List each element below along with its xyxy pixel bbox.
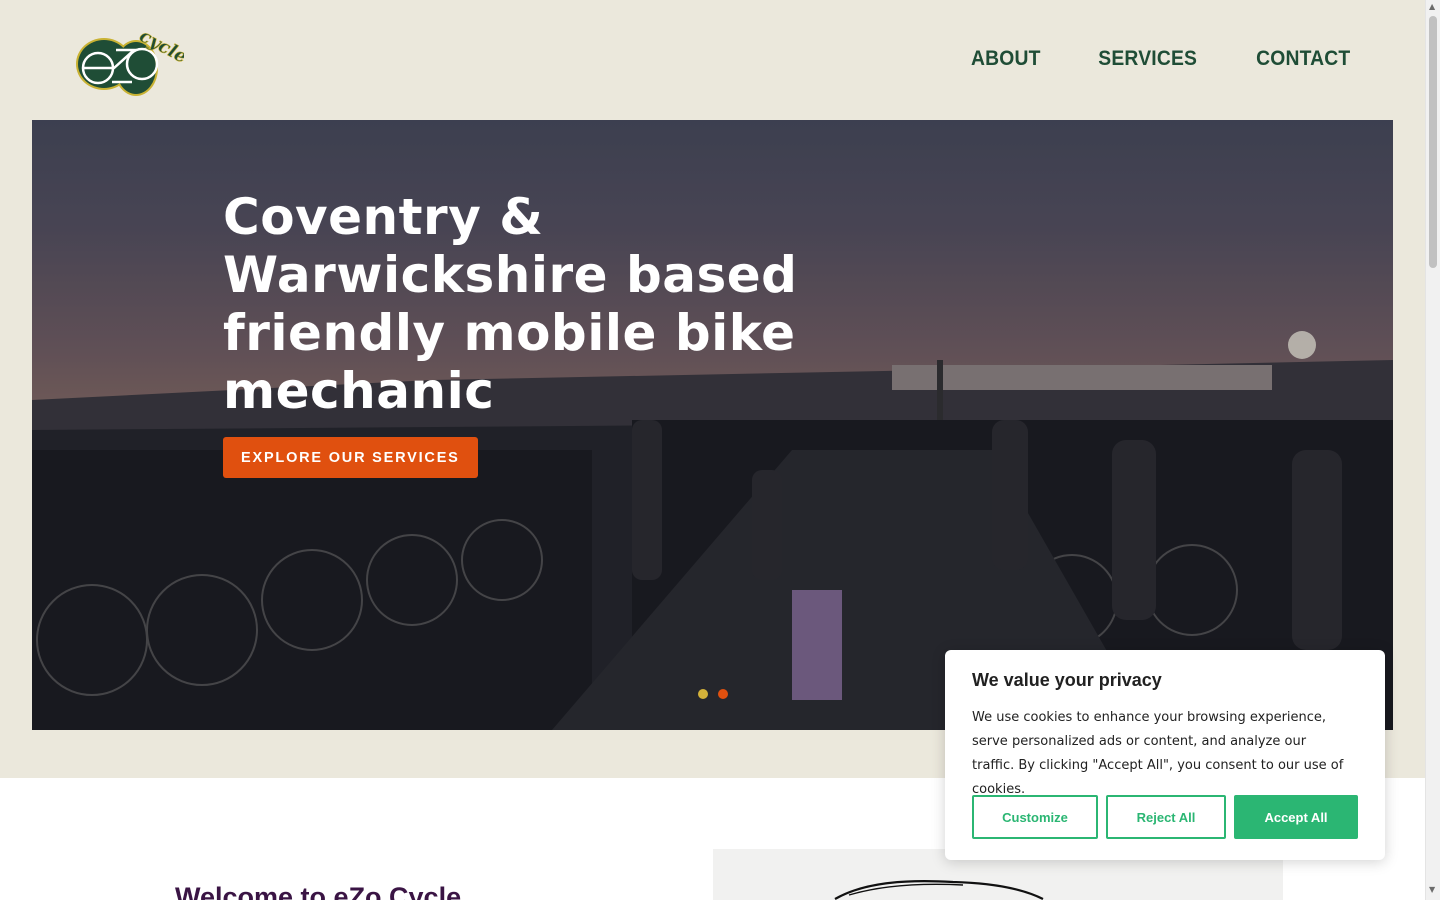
cookie-title: We value your privacy <box>972 670 1162 690</box>
nav-services[interactable]: SERVICES <box>1098 47 1197 71</box>
accept-all-button[interactable]: Accept All <box>1234 795 1358 839</box>
page-scrollbar[interactable]: ▲ ▼ <box>1425 0 1440 900</box>
customize-button[interactable]: Customize <box>972 795 1098 839</box>
cookie-buttons: Customize Reject All Accept All <box>972 795 1358 839</box>
scroll-down-icon[interactable]: ▼ <box>1429 886 1435 894</box>
nav-contact[interactable]: CONTACT <box>1256 47 1350 71</box>
explore-services-button[interactable]: EXPLORE OUR SERVICES <box>223 437 478 478</box>
reject-all-button[interactable]: Reject All <box>1106 795 1226 839</box>
site-logo[interactable]: cycle <box>74 20 191 100</box>
nav-about[interactable]: ABOUT <box>971 47 1041 71</box>
slider-dot-2[interactable] <box>718 689 728 699</box>
main-nav: ABOUT SERVICES CONTACT <box>968 47 1354 71</box>
scroll-up-icon[interactable]: ▲ <box>1429 3 1435 11</box>
slider-dots <box>698 689 728 699</box>
logo-icon: cycle <box>76 25 191 96</box>
cookie-consent-banner: We value your privacy We use cookies to … <box>945 650 1385 860</box>
slider-dot-1[interactable] <box>698 689 708 699</box>
scrollbar-thumb[interactable] <box>1429 16 1437 268</box>
welcome-title: Welcome to eZo Cycle <box>175 882 462 900</box>
hero-slider: Coventry & Warwickshire based friendly m… <box>32 120 1393 730</box>
cookie-description: We use cookies to enhance your browsing … <box>972 710 1344 797</box>
hero-headline: Coventry & Warwickshire based friendly m… <box>223 188 798 420</box>
